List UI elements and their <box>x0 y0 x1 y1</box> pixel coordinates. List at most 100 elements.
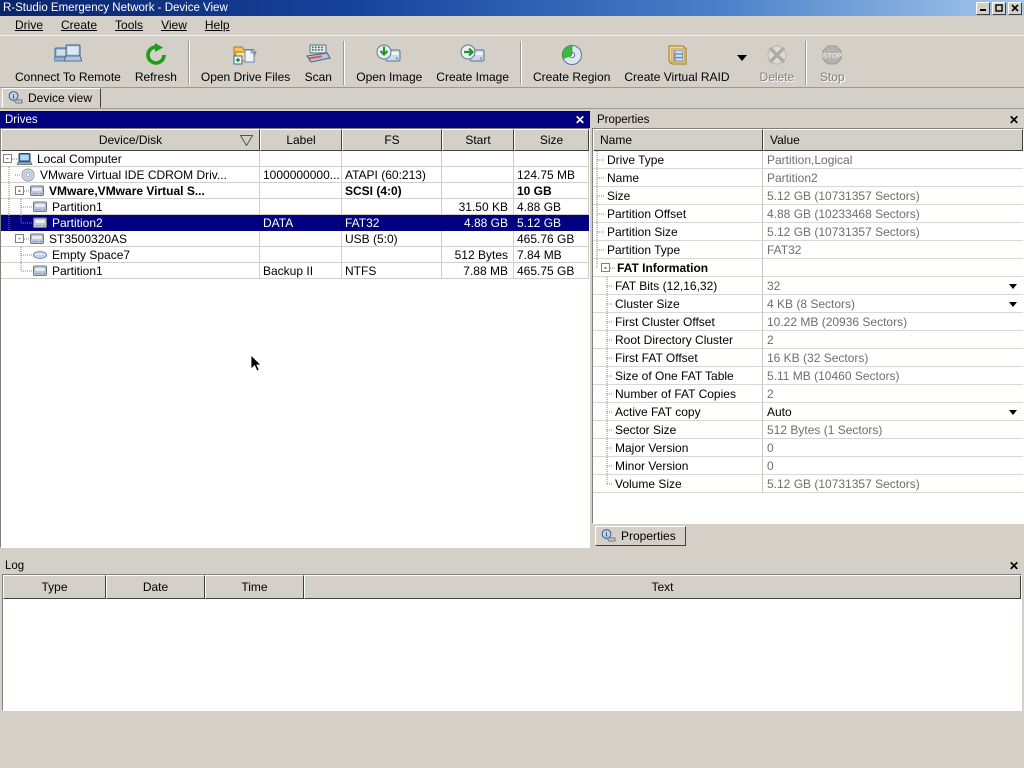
drives-panel-close-icon[interactable]: ✕ <box>573 114 587 126</box>
tree-connector <box>596 403 598 420</box>
tab-device-view[interactable]: i Device view <box>2 88 102 108</box>
drives-column-device-disk[interactable]: Device/Disk <box>1 129 260 151</box>
log-panel-close-icon[interactable]: ✕ <box>1007 560 1021 572</box>
properties-row-value[interactable]: 32 <box>763 277 1023 295</box>
drives-row[interactable]: Partition2 DATA FAT32 4.88 GB 5.12 GB <box>1 215 589 231</box>
toolbar-refresh-button[interactable]: Refresh <box>128 39 184 86</box>
properties-panel-caption[interactable]: Properties ✕ <box>592 111 1024 128</box>
chevron-down-icon[interactable] <box>1009 410 1017 415</box>
properties-tree-expander[interactable]: - <box>601 263 610 272</box>
drives-column-start-text: Start <box>465 133 491 147</box>
close-button[interactable] <box>1008 1 1022 15</box>
drives-cell-start: 512 Bytes <box>442 247 514 263</box>
properties-row-value[interactable]: 4 KB (8 Sectors) <box>763 295 1023 313</box>
properties-row-name-cell: Drive Type <box>593 151 763 169</box>
drives-row[interactable]: Empty Space7 512 Bytes 7.84 MB <box>1 247 589 263</box>
toolbar-connect-to-remote-button[interactable]: Connect To Remote <box>8 39 128 86</box>
drives-cell-start <box>442 167 514 183</box>
toolbar-create-image-button[interactable]: Create Image <box>429 39 516 86</box>
properties-row[interactable]: Size of One FAT Table 5.11 MB (10460 Sect… <box>593 367 1023 385</box>
drives-row[interactable]: - Local Computer <box>1 151 589 167</box>
properties-row[interactable]: Cluster Size 4 KB (8 Sectors) <box>593 295 1023 313</box>
drives-column-fs[interactable]: FS <box>342 129 442 151</box>
properties-panel-title: Properties <box>597 113 650 126</box>
properties-row[interactable]: Size 5.12 GB (10731357 Sectors) <box>593 187 1023 205</box>
properties-row-name-cell: FAT Bits (12,16,32) <box>593 277 763 295</box>
drives-row[interactable]: VMware Virtual IDE CDROM Driv... 10000000… <box>1 167 589 183</box>
tree-expander[interactable]: - <box>15 234 24 243</box>
drives-row[interactable]: Partition1 31.50 KB 4.88 GB <box>1 199 589 215</box>
minimize-button[interactable] <box>976 1 990 15</box>
drives-column-start[interactable]: Start <box>442 129 514 151</box>
properties-row[interactable]: Number of FAT Copies 2 <box>593 385 1023 403</box>
properties-row-value-text: 2 <box>767 332 774 347</box>
drives-row[interactable]: - ST3500320AS USB (5:0) 465.76 GB <box>1 231 589 247</box>
log-column-text[interactable]: Text <box>304 575 1021 599</box>
toolbar-create-virtual-raid-button[interactable]: Create Virtual RAID <box>617 39 736 86</box>
chevron-down-icon[interactable] <box>1009 284 1017 289</box>
log-column-type[interactable]: Type <box>3 575 106 599</box>
properties-column-name[interactable]: Name <box>593 129 763 151</box>
drives-column-label[interactable]: Label <box>260 129 342 151</box>
properties-row[interactable]: First FAT Offset 16 KB (32 Sectors) <box>593 349 1023 367</box>
properties-row[interactable]: - FAT Information <box>593 259 1023 277</box>
drives-cell-fs: FAT32 <box>342 215 442 231</box>
properties-row-name: Active FAT copy <box>615 404 701 419</box>
properties-row-name: First FAT Offset <box>615 350 698 365</box>
properties-panel-close-icon[interactable]: ✕ <box>1007 114 1021 126</box>
toolbar-create-region-button[interactable]: Create Region <box>526 39 617 86</box>
menu-create[interactable]: Create <box>52 16 106 34</box>
window-titlebar[interactable]: R-Studio Emergency Network - Device View <box>0 0 1024 16</box>
properties-row[interactable]: Major Version 0 <box>593 439 1023 457</box>
toolbar-stop-button[interactable]: STOP Stop <box>811 39 853 86</box>
properties-row[interactable]: Volume Size 5.12 GB (10731357 Sectors) <box>593 475 1023 493</box>
drives-row[interactable]: Partition1 Backup II NTFS 7.88 MB 465.75 GB <box>1 263 589 279</box>
properties-row[interactable]: Active FAT copy Auto <box>593 403 1023 421</box>
drives-cell-device-disk: - VMware,VMware Virtual S... <box>1 183 260 199</box>
properties-row[interactable]: Partition Offset 4.88 GB (10233468 Sector… <box>593 205 1023 223</box>
properties-column-value-text: Value <box>770 133 800 147</box>
menu-help[interactable]: Help <box>196 16 239 34</box>
create-virtual-raid-dropdown-button[interactable] <box>736 39 753 86</box>
properties-column-value[interactable]: Value <box>763 129 1023 151</box>
drives-panel-caption[interactable]: Drives ✕ <box>0 111 590 128</box>
tree-connector <box>596 313 598 330</box>
toolbar-delete-button[interactable]: Delete <box>753 39 802 86</box>
properties-row-value[interactable]: Auto <box>763 403 1023 421</box>
toolbar-scan-button[interactable]: Scan <box>297 39 339 86</box>
log-column-date[interactable]: Date <box>106 575 205 599</box>
menu-view[interactable]: View <box>152 16 196 34</box>
tree-expander[interactable]: - <box>15 186 24 195</box>
drives-row[interactable]: - VMware,VMware Virtual S... SCSI (4:0) 10 … <box>1 183 589 199</box>
menu-tools-label: Tools <box>115 18 144 32</box>
properties-row[interactable]: Sector Size 512 Bytes (1 Sectors) <box>593 421 1023 439</box>
chevron-down-icon[interactable] <box>1009 302 1017 307</box>
foot-tab-properties[interactable]: i Properties <box>595 526 686 546</box>
tree-connector <box>596 259 598 268</box>
drives-cell-device-disk: Partition1 <box>1 263 260 279</box>
drives-row-name: ST3500320AS <box>49 231 128 246</box>
maximize-button[interactable] <box>992 1 1006 15</box>
partition-icon <box>33 217 47 228</box>
toolbar-open-drive-files-button[interactable]: Open Drive Files <box>194 39 297 86</box>
properties-row[interactable]: Drive Type Partition,Logical <box>593 151 1023 169</box>
drives-column-size[interactable]: Size <box>514 129 589 151</box>
properties-row[interactable]: Partition Size 5.12 GB (10731357 Sectors) <box>593 223 1023 241</box>
properties-row-name-cell: Minor Version <box>593 457 763 475</box>
toolbar-open-image-button[interactable]: Open Image <box>349 39 429 86</box>
tree-expander[interactable]: - <box>3 154 12 163</box>
log-column-time[interactable]: Time <box>205 575 304 599</box>
menu-drive[interactable]: Drive <box>6 16 52 34</box>
properties-row-value: 5.12 GB (10731357 Sectors) <box>763 475 1023 493</box>
log-panel-caption[interactable]: Log ✕ <box>0 557 1024 574</box>
properties-row[interactable]: Partition Type FAT32 <box>593 241 1023 259</box>
properties-row[interactable]: FAT Bits (12,16,32) 32 <box>593 277 1023 295</box>
tree-connector <box>8 167 10 182</box>
properties-row[interactable]: Root Directory Cluster 2 <box>593 331 1023 349</box>
properties-row[interactable]: Minor Version 0 <box>593 457 1023 475</box>
properties-row[interactable]: Name Partition2 <box>593 169 1023 187</box>
create-virtual-raid-icon <box>665 41 689 69</box>
menu-tools[interactable]: Tools <box>106 16 152 34</box>
menu-help-label: Help <box>204 18 230 32</box>
properties-row[interactable]: First Cluster Offset 10.22 MB (20936 Sect… <box>593 313 1023 331</box>
